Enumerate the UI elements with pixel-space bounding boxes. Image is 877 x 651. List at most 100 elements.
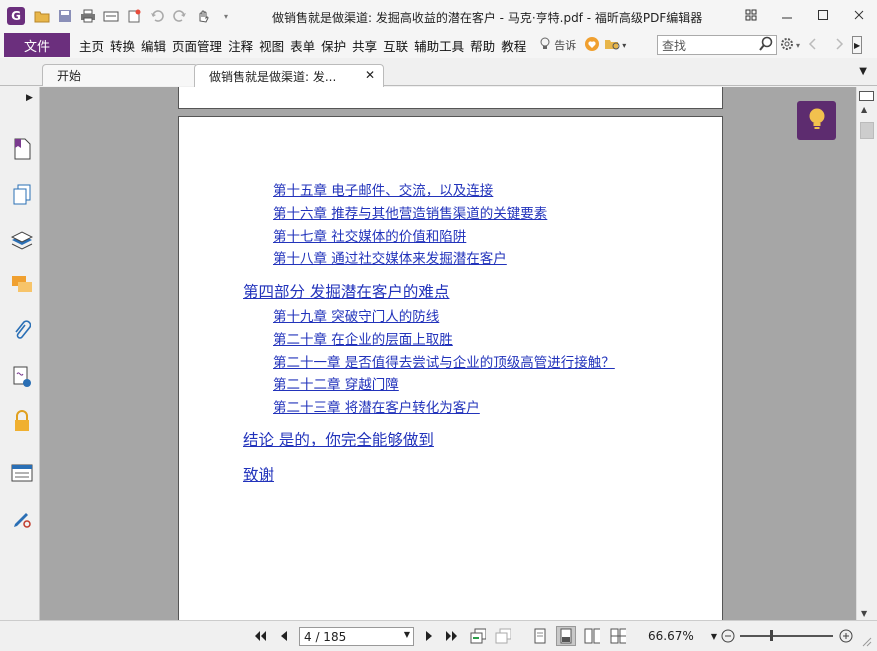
- search-placeholder: 查找: [662, 38, 687, 53]
- next-page-icon[interactable]: [421, 628, 437, 644]
- attachments-icon[interactable]: [10, 319, 34, 343]
- menu-view[interactable]: 视图: [256, 36, 287, 55]
- toc-entry[interactable]: 第十五章 电子邮件、交流，以及连接: [273, 179, 493, 199]
- settings-gear-icon[interactable]: [780, 37, 794, 54]
- scroll-down-icon[interactable]: ▼: [861, 609, 867, 618]
- menu-protect[interactable]: 保护: [318, 36, 349, 55]
- right-tools: ▾ ▶: [780, 36, 863, 54]
- toc-entry[interactable]: 第四部分 发掘潜在客户的难点: [243, 280, 449, 302]
- menu-edit[interactable]: 编辑: [138, 36, 169, 55]
- toc-entry[interactable]: 第十九章 突破守门人的防线: [273, 305, 439, 325]
- facing-view-icon[interactable]: [584, 628, 600, 644]
- undo-icon[interactable]: [148, 7, 166, 25]
- toc-entry[interactable]: 第二十二章 穿越门障: [273, 373, 399, 393]
- scroll-up-icon[interactable]: ▲: [861, 105, 867, 114]
- find-folder-icon[interactable]: [604, 37, 622, 54]
- menu-help[interactable]: 帮助: [467, 36, 498, 55]
- close-window-icon[interactable]: [841, 0, 877, 30]
- toc-entry[interactable]: 第十六章 推荐与其他营造销售渠道的关键要素: [273, 202, 547, 222]
- toc-entry[interactable]: 致谢: [243, 463, 274, 485]
- previous-view-icon[interactable]: [470, 628, 486, 644]
- toc-entry[interactable]: 第二十章 在企业的层面上取胜: [273, 328, 453, 348]
- comments-icon[interactable]: [10, 273, 34, 297]
- menu-convert[interactable]: 转换: [107, 36, 138, 55]
- continuous-view-icon[interactable]: [556, 626, 576, 646]
- heart-icon[interactable]: [584, 36, 600, 55]
- search-icon[interactable]: [759, 36, 773, 56]
- certify-pen-icon[interactable]: [10, 507, 34, 531]
- app-logo-icon: G: [7, 7, 25, 25]
- prev-result-icon[interactable]: [808, 37, 816, 53]
- scroll-top-box[interactable]: [859, 91, 874, 101]
- navigation-panel: ▶: [0, 87, 40, 651]
- menu-comment[interactable]: 注释: [225, 36, 256, 55]
- tab-start[interactable]: 开始: [42, 64, 198, 86]
- toc-entry[interactable]: 第十八章 通过社交媒体来发掘潜在客户: [273, 247, 507, 267]
- continuous-facing-view-icon[interactable]: [610, 628, 626, 644]
- security-lock-icon[interactable]: [10, 409, 34, 433]
- expand-panel-icon[interactable]: ▶: [26, 93, 33, 103]
- zoom-out-icon[interactable]: [720, 628, 736, 644]
- redo-icon[interactable]: [171, 7, 189, 25]
- search-input[interactable]: 查找: [657, 35, 777, 55]
- page-number-value: 4 / 185: [304, 629, 347, 644]
- menu-form[interactable]: 表单: [287, 36, 318, 55]
- single-page-view-icon[interactable]: [532, 628, 548, 644]
- close-tab-icon[interactable]: ✕: [365, 68, 375, 82]
- menu-page-management[interactable]: 页面管理: [169, 36, 225, 55]
- toc-entry[interactable]: 第二十三章 将潜在客户转化为客户: [273, 396, 480, 416]
- menu-home[interactable]: 主页: [76, 36, 107, 55]
- layers-icon[interactable]: [10, 229, 34, 253]
- tell-me[interactable]: 告诉 ▾: [539, 36, 626, 55]
- zoom-in-icon[interactable]: [838, 628, 854, 644]
- scan-icon[interactable]: [102, 7, 120, 25]
- toc-entry[interactable]: 结论 是的，你完全能够做到: [243, 428, 434, 450]
- status-bar: 4 / 185 ▼ 66.67% ▼: [0, 620, 877, 651]
- zoom-level[interactable]: 66.67%: [648, 629, 694, 643]
- window-title: 做销售就是做渠道: 发掘高收益的潜在客户 - 马克·亨特.pdf - 福昕高级P…: [272, 11, 703, 25]
- hand-tool-icon[interactable]: [194, 7, 212, 25]
- tab-document[interactable]: 做销售就是做渠道: 发... ✕: [194, 64, 384, 87]
- bookmark-icon[interactable]: [10, 137, 34, 161]
- previous-page-icon[interactable]: [276, 628, 292, 644]
- page-dropdown-icon[interactable]: ▼: [404, 630, 410, 639]
- tab-bar: 开始 做销售就是做渠道: 发... ✕ ▼: [0, 58, 877, 87]
- ribbon-display-icon[interactable]: [733, 0, 769, 30]
- menu-share[interactable]: 共享: [349, 36, 380, 55]
- scroll-thumb[interactable]: [860, 122, 874, 139]
- pdf-page: 第十五章 电子邮件、交流，以及连接 第十六章 推荐与其他营造销售渠道的关键要素 …: [178, 116, 723, 620]
- zoom-slider-handle[interactable]: [770, 630, 773, 641]
- next-view-icon[interactable]: [495, 628, 511, 644]
- open-folder-icon[interactable]: [33, 7, 51, 25]
- page-thumbnails-icon[interactable]: [10, 183, 34, 207]
- menu-connect[interactable]: 互联: [380, 36, 411, 55]
- next-result-icon[interactable]: [836, 37, 844, 53]
- toc-entry[interactable]: 第二十一章 是否值得去尝试与企业的顶级高管进行接触？: [273, 351, 615, 371]
- form-fields-icon[interactable]: [10, 461, 34, 485]
- new-document-icon[interactable]: [125, 7, 143, 25]
- customize-toolbar-icon[interactable]: ▾: [217, 7, 235, 25]
- settings-dropdown-icon[interactable]: ▾: [796, 41, 800, 50]
- find-dropdown-icon[interactable]: ▾: [622, 41, 626, 50]
- toc-entry[interactable]: 第十七章 社交媒体的价值和陷阱: [273, 225, 466, 245]
- zoom-slider[interactable]: [740, 635, 833, 637]
- menu-accessibility[interactable]: 辅助工具: [411, 36, 467, 55]
- page-number-field[interactable]: 4 / 185 ▼: [299, 627, 414, 646]
- lightbulb-tip-icon: [808, 107, 826, 134]
- resize-grip-icon[interactable]: [858, 633, 874, 649]
- signature-panel-icon[interactable]: [10, 365, 34, 389]
- print-icon[interactable]: [79, 7, 97, 25]
- file-menu-button[interactable]: 文件: [4, 33, 70, 57]
- minimize-icon[interactable]: [769, 0, 805, 30]
- vertical-scrollbar[interactable]: ▲ ▼: [856, 87, 877, 620]
- first-page-icon[interactable]: [252, 628, 268, 644]
- maximize-icon[interactable]: [805, 0, 841, 30]
- expand-ribbon-icon[interactable]: ▶: [852, 36, 863, 54]
- tab-list-dropdown-icon[interactable]: ▼: [859, 66, 867, 77]
- tips-button[interactable]: [797, 101, 836, 140]
- save-icon[interactable]: [56, 7, 74, 25]
- window-controls: [733, 0, 877, 30]
- last-page-icon[interactable]: [444, 628, 460, 644]
- menu-tutorial[interactable]: 教程: [498, 36, 529, 55]
- document-viewport[interactable]: 第十五章 电子邮件、交流，以及连接 第十六章 推荐与其他营造销售渠道的关键要素 …: [40, 87, 856, 620]
